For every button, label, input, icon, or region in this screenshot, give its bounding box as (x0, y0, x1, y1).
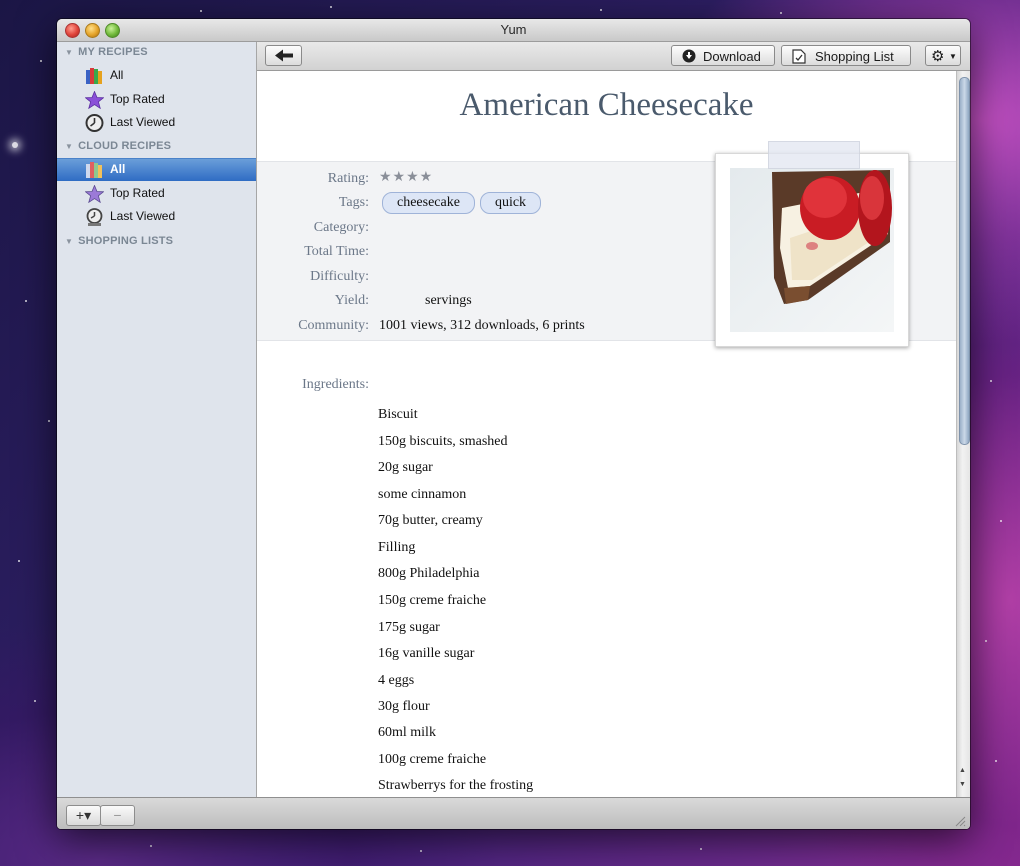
ingredient-item: 150g creme fraiche (378, 593, 487, 608)
ingredient-item: some cinnamon (378, 487, 467, 502)
scroll-up-arrow-icon[interactable]: ▲ (959, 767, 966, 774)
ingredient-item: 70g butter, creamy (378, 513, 483, 528)
ingredient-item: 175g sugar (378, 620, 440, 635)
disclosure-triangle-icon[interactable]: ▼ (65, 48, 73, 57)
ingredient-item: Biscuit (378, 407, 418, 422)
sidebar-item-my-last-viewed[interactable]: Last Viewed (57, 112, 256, 134)
total-time-label: Total Time: (304, 244, 369, 259)
star-icon (85, 91, 104, 109)
ingredient-item: Filling (378, 540, 416, 555)
add-button[interactable]: +▾ (66, 805, 101, 826)
action-menu-button[interactable]: ⚙ ▼ (925, 45, 961, 66)
recipe-view[interactable]: American Cheesecake Rating: ★★★★ Tags: c… (257, 71, 956, 797)
scrollbar-thumb[interactable] (959, 77, 970, 445)
sidebar-item-cloud-all[interactable]: All (57, 158, 256, 181)
app-window: Yum ▼ MY RECIPES All Top Rated Last Viewe… (57, 19, 970, 829)
ingredient-item: 150g biscuits, smashed (378, 434, 508, 449)
books-icon (86, 68, 102, 84)
yield-value: servings (425, 293, 472, 308)
yield-label: Yield: (334, 293, 369, 308)
disclosure-triangle-icon[interactable]: ▼ (65, 237, 73, 246)
category-label: Category: (313, 220, 369, 235)
clock-icon (85, 114, 104, 132)
bottom-bar: +▾ − (57, 797, 970, 829)
community-label: Community: (298, 318, 369, 333)
sidebar-item-cloud-last-viewed[interactable]: Last Viewed (57, 206, 256, 228)
chevron-down-icon: ▼ (949, 52, 957, 61)
star-icon (85, 185, 104, 203)
arrow-left-icon (275, 49, 293, 62)
ingredient-item: 20g sugar (378, 460, 433, 475)
sidebar-section-shopping-lists[interactable]: ▼ SHOPPING LISTS (65, 235, 173, 247)
tags-list: cheesecake quick (382, 192, 546, 214)
sidebar-section-cloud-recipes[interactable]: ▼ CLOUD RECIPES (65, 140, 171, 152)
resize-grip-icon[interactable] (954, 815, 966, 827)
title-bar[interactable]: Yum (57, 19, 970, 42)
remove-button[interactable]: − (100, 805, 135, 826)
community-value: 1001 views, 312 downloads, 6 prints (379, 318, 585, 333)
ingredient-item: 30g flour (378, 699, 430, 714)
sidebar-item-my-all[interactable]: All (57, 65, 256, 87)
ingredient-item: 60ml milk (378, 725, 436, 740)
sidebar-item-cloud-top-rated[interactable]: Top Rated (57, 183, 256, 205)
difficulty-label: Difficulty: (310, 269, 369, 284)
rating-label: Rating: (327, 171, 369, 186)
ingredient-item: 16g vanille sugar (378, 646, 475, 661)
tag-quick[interactable]: quick (479, 192, 542, 214)
ingredient-item: Strawberrys for the frosting (378, 778, 534, 793)
window-title: Yum (500, 22, 527, 37)
zoom-window-button[interactable] (105, 23, 120, 38)
download-button[interactable]: Download (671, 45, 775, 66)
recipe-photo[interactable] (715, 153, 909, 347)
download-icon (682, 49, 696, 63)
ingredient-item: 4 eggs (378, 673, 415, 688)
shopping-list-icon (792, 49, 806, 64)
scroll-down-arrow-icon[interactable]: ▼ (959, 781, 966, 788)
sidebar-section-my-recipes[interactable]: ▼ MY RECIPES (65, 46, 148, 58)
rating-stars[interactable]: ★★★★ (379, 169, 433, 186)
shopping-list-button[interactable]: Shopping List (781, 45, 911, 66)
cheesecake-image (730, 168, 894, 332)
vertical-scrollbar[interactable]: ▲ ▼ (956, 71, 970, 797)
minimize-window-button[interactable] (85, 23, 100, 38)
tag-cheesecake[interactable]: cheesecake (382, 192, 475, 214)
sidebar: ▼ MY RECIPES All Top Rated Last Viewed ▼ C… (57, 42, 257, 797)
books-icon (86, 162, 102, 178)
clock-icon (86, 208, 103, 226)
close-window-button[interactable] (65, 23, 80, 38)
ingredients-label: Ingredients: (302, 377, 369, 392)
toolbar: Download Shopping List ⚙ ▼ (257, 42, 970, 71)
tags-label: Tags: (338, 195, 369, 210)
recipe-title: American Cheesecake (459, 87, 754, 123)
back-button[interactable] (265, 45, 302, 66)
ingredient-item: 100g creme fraiche (378, 752, 487, 767)
disclosure-triangle-icon[interactable]: ▼ (65, 142, 73, 151)
sidebar-item-my-top-rated[interactable]: Top Rated (57, 89, 256, 111)
gear-icon: ⚙ (931, 48, 945, 65)
photo-tape (768, 141, 860, 169)
ingredient-item: 800g Philadelphia (378, 566, 480, 581)
